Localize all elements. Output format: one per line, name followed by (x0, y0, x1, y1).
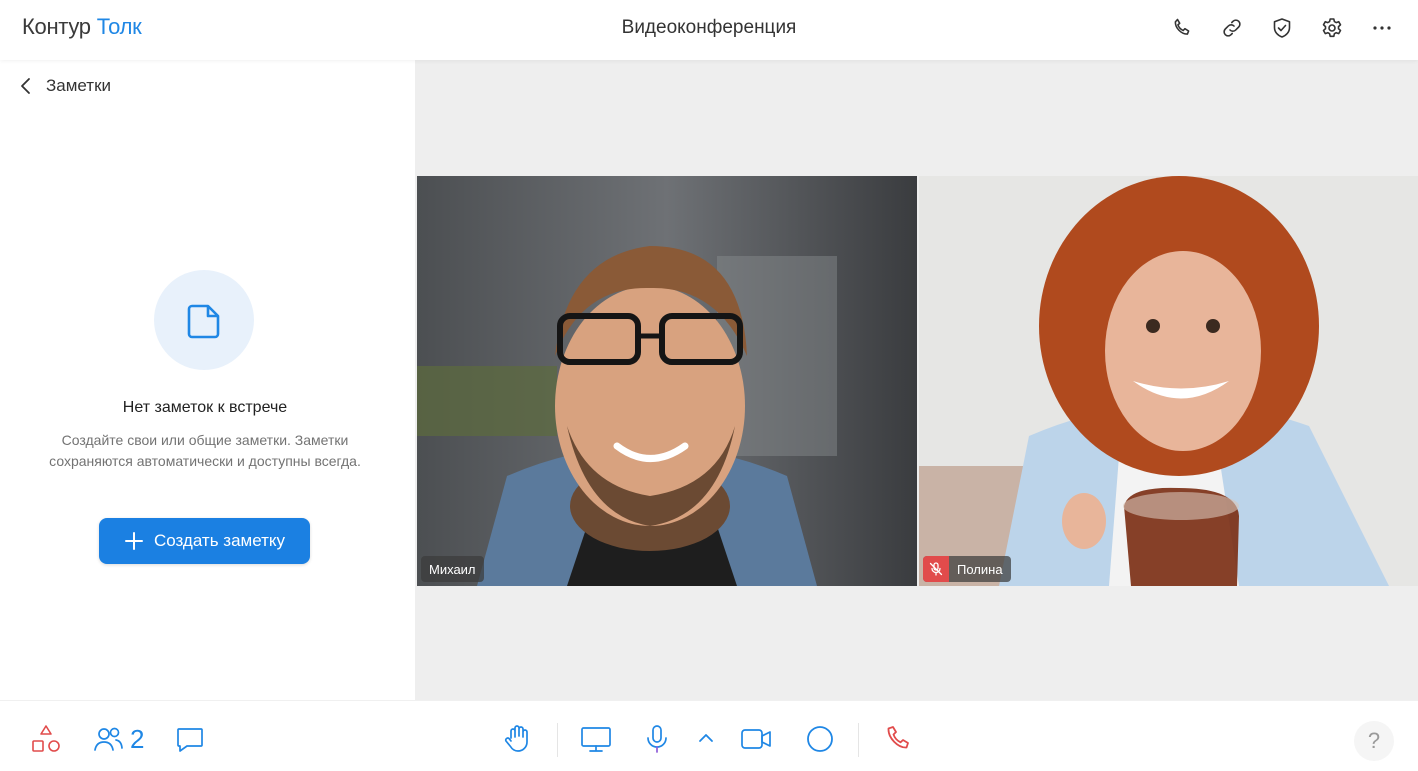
video-tile-mikhail[interactable]: Михаил (417, 176, 917, 586)
app-logo[interactable]: Контур Толк (22, 14, 142, 40)
participant-video-polina (919, 176, 1418, 586)
empty-notes-description: Создайте свои или общие заметки. Заметки… (49, 432, 361, 469)
notes-back-button[interactable]: Заметки (18, 76, 111, 96)
people-icon (94, 727, 123, 751)
microphone-muted-icon (923, 556, 949, 582)
participant-name: Михаил (429, 561, 476, 577)
chevron-left-icon (21, 78, 30, 94)
screen-share-icon[interactable] (580, 723, 612, 755)
microphone-icon[interactable] (641, 723, 673, 755)
video-tile-polina[interactable]: Полина (919, 176, 1418, 586)
more-icon[interactable] (1368, 14, 1396, 42)
camera-icon[interactable] (740, 723, 772, 755)
hang-up-icon[interactable] (882, 723, 914, 755)
raise-hand-icon[interactable] (502, 723, 534, 755)
create-note-button[interactable]: Создать заметку (99, 518, 310, 564)
document-icon (187, 304, 220, 339)
plus-icon (124, 532, 143, 550)
shapes-icon[interactable] (30, 723, 62, 755)
notes-title: Заметки (46, 76, 112, 95)
empty-notes-illustration (154, 270, 254, 370)
shield-check-icon[interactable] (1268, 14, 1296, 42)
participants-count: 2 (130, 723, 145, 754)
bottom-toolbar: 2 ? (0, 700, 1418, 771)
chevron-up-icon[interactable] (690, 723, 722, 755)
top-bar: Контур Толк Видеоконференция (0, 0, 1418, 60)
participant-name: Полина (957, 561, 1003, 577)
toolbar-divider (858, 723, 859, 757)
help-button[interactable]: ? (1354, 721, 1394, 761)
video-stage: Михаил Полина (415, 60, 1418, 700)
chat-icon[interactable] (174, 723, 206, 755)
participant-name-badge: Михаил (421, 556, 484, 582)
toolbar-divider (557, 723, 558, 757)
gear-icon[interactable] (1318, 14, 1346, 42)
participant-name-badge: Полина (923, 556, 1011, 582)
record-icon[interactable] (804, 723, 836, 755)
product-name: Толк (96, 14, 142, 39)
brand-name: Контур (22, 14, 91, 39)
notes-panel: Заметки Нет заметок к встрече Создайте с… (0, 60, 415, 700)
phone-icon[interactable] (1168, 14, 1196, 42)
header-actions (1168, 14, 1396, 42)
create-note-label: Создать заметку (153, 531, 286, 550)
participants-button[interactable]: 2 (92, 723, 144, 755)
participant-video-mikhail (417, 176, 917, 586)
link-icon[interactable] (1218, 14, 1246, 42)
empty-notes-title: Нет заметок к встрече (122, 399, 288, 416)
